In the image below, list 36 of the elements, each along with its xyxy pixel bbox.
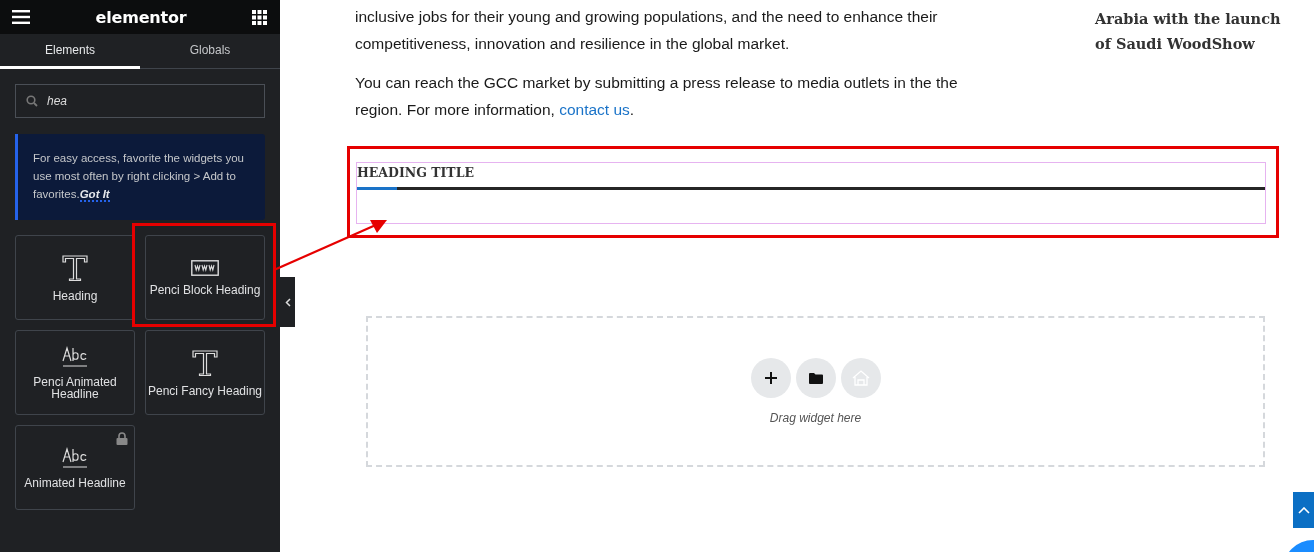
underlined-abc-icon (62, 446, 88, 469)
search-field[interactable]: hea (15, 84, 265, 118)
contact-link[interactable]: contact us (559, 101, 630, 118)
apps-grid-icon[interactable] (252, 9, 267, 25)
heading-widget[interactable]: HEADING TITLE (356, 162, 1266, 224)
got-it-link[interactable]: Got It (79, 188, 110, 202)
web-address-icon (191, 259, 219, 276)
collapse-panel-tab[interactable] (280, 277, 295, 327)
letter-t-icon (191, 348, 219, 377)
widget-card[interactable]: Penci Animated Headline (15, 330, 135, 415)
panel-tab[interactable]: Elements (0, 34, 140, 69)
chevron-up-icon (1297, 506, 1310, 514)
underlined-abc-icon (62, 345, 88, 368)
search-icon (26, 95, 38, 107)
house-icon (851, 370, 870, 386)
drop-hint: Drag widget here (769, 411, 862, 425)
lock-icon (116, 432, 128, 445)
logo-text: elementor (95, 7, 187, 27)
letter-t-icon (61, 253, 89, 282)
heading-title: HEADING TITLE (357, 165, 474, 182)
scroll-top-button[interactable] (1293, 492, 1314, 528)
add-section-button[interactable] (750, 358, 791, 398)
template-library-button[interactable] (795, 358, 836, 398)
plus-icon (764, 372, 777, 384)
body-paragraph: inclusive jobs for their young and growing populations, and the need to enhance their competitiveness, innovation and resilience in the global market. (355, 7, 939, 54)
panel-tab[interactable]: Globals (140, 34, 280, 69)
menu-icon[interactable] (12, 10, 30, 24)
folder-icon (808, 372, 823, 384)
post-headline: Arabia with the launch of Saudi WoodShow (1095, 9, 1282, 54)
body-paragraph: You can reach the GCC market by submitting a press release to media outlets in the the region. For more information, contact us. (355, 73, 959, 120)
widget-card[interactable]: Penci Block Heading (145, 235, 265, 320)
chevron-left-icon (284, 297, 291, 307)
notice-text: For easy access, favorite the widgets you use most often by right clicking > Add to favorites.Got It (33, 151, 245, 203)
widget-card[interactable]: Animated Headline (15, 425, 135, 510)
widget-card[interactable]: Heading (15, 235, 135, 320)
widget-card[interactable]: Penci Fancy Heading (145, 330, 265, 415)
